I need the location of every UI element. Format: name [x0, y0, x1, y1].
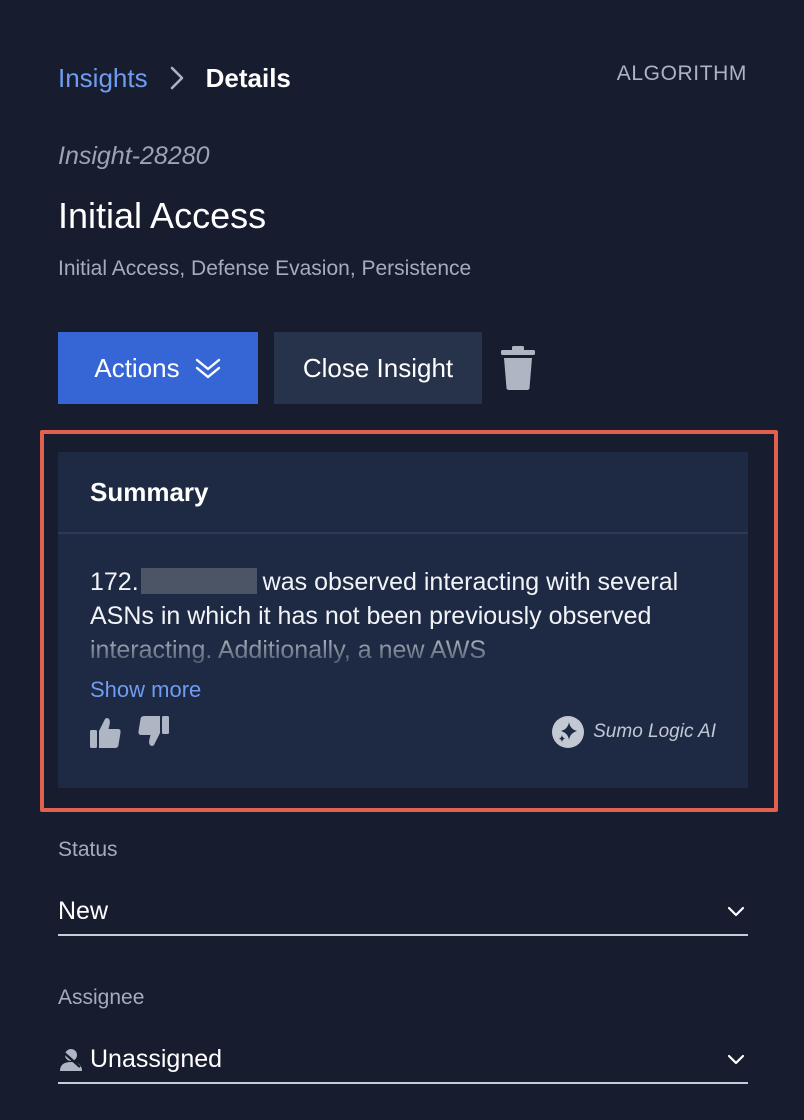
- status-value: New: [58, 896, 109, 925]
- redacted-ip-block: [140, 568, 257, 594]
- sumo-logic-ai-badge: Sumo Logic AI: [552, 716, 716, 748]
- breadcrumb-current: Details: [205, 62, 291, 93]
- trash-icon[interactable]: [500, 346, 536, 390]
- chevron-right-icon: [160, 58, 194, 98]
- actions-button-label: Actions: [94, 352, 180, 383]
- status-select[interactable]: New: [58, 888, 748, 936]
- insight-id: Insight-28280: [58, 142, 210, 170]
- ai-label: Sumo Logic AI: [593, 721, 716, 742]
- text-fade-overlay: [90, 632, 720, 668]
- breadcrumb: Insights Details: [58, 58, 291, 98]
- summary-title: Summary: [90, 476, 209, 507]
- status-label: Status: [58, 838, 118, 861]
- page-title: Initial Access: [58, 195, 267, 236]
- algorithm-link[interactable]: ALGORITHM: [617, 62, 747, 86]
- insight-tactics: Initial Access, Defense Evasion, Persist…: [58, 257, 472, 280]
- sparkle-icon: [552, 716, 585, 748]
- breadcrumb-insights-link[interactable]: Insights: [58, 63, 148, 94]
- summary-ip-prefix: 172.: [90, 568, 139, 596]
- summary-header: Summary: [58, 452, 748, 534]
- chevron-down-icon: [726, 901, 746, 921]
- close-insight-button[interactable]: Close Insight: [274, 332, 482, 404]
- actions-button[interactable]: Actions: [58, 332, 258, 404]
- show-more-link[interactable]: Show more: [90, 677, 201, 703]
- assignee-select[interactable]: Unassigned: [58, 1036, 748, 1084]
- chevron-down-icon: [726, 1049, 746, 1069]
- double-chevron-down-icon: [194, 356, 222, 380]
- summary-card: Summary 172. was observed interacting wit…: [58, 452, 748, 788]
- assignee-value: Unassigned: [90, 1044, 223, 1073]
- assignee-label: Assignee: [58, 986, 145, 1009]
- user-icon: [60, 1049, 82, 1071]
- thumbs-down-icon[interactable]: [136, 714, 170, 748]
- thumbs-up-icon[interactable]: [89, 716, 123, 750]
